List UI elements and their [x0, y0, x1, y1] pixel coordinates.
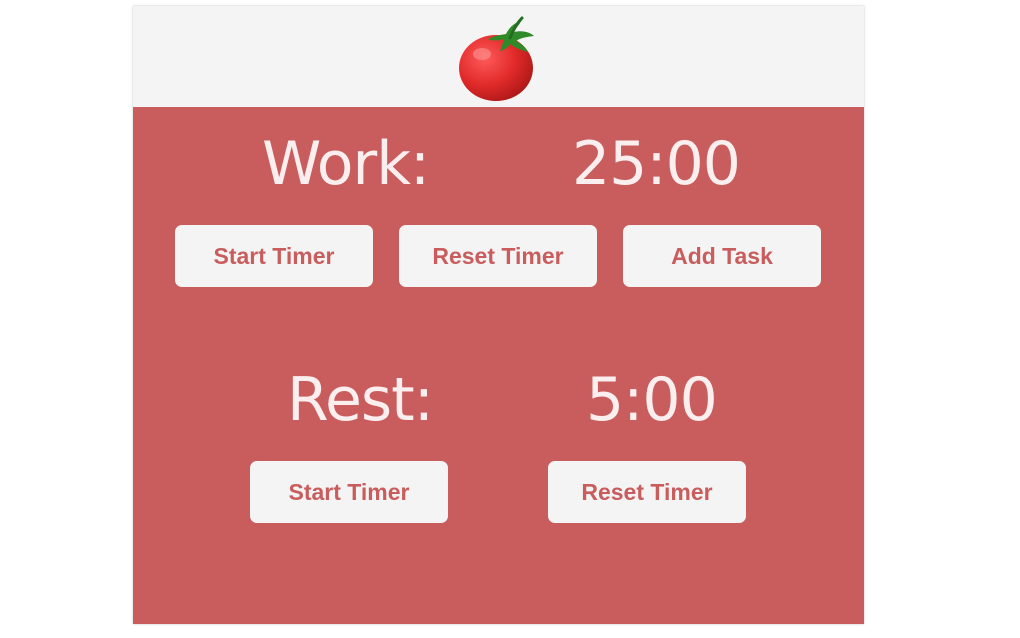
app-header [133, 6, 864, 107]
add-task-button[interactable]: Add Task [623, 225, 821, 287]
rest-label: Rest: [287, 365, 434, 435]
tomato-icon [459, 16, 534, 101]
rest-timer-display: 5:00 [586, 365, 718, 435]
work-start-timer-button[interactable]: Start Timer [175, 225, 373, 287]
work-label: Work: [262, 129, 430, 199]
work-reset-timer-button[interactable]: Reset Timer [399, 225, 597, 287]
pomodoro-app: Work: 25:00 Start Timer Reset Timer Add … [133, 6, 864, 624]
timer-panel: Work: 25:00 Start Timer Reset Timer Add … [133, 107, 864, 624]
rest-start-timer-button[interactable]: Start Timer [250, 461, 448, 523]
rest-reset-timer-button[interactable]: Reset Timer [548, 461, 746, 523]
work-timer-display: 25:00 [572, 129, 741, 199]
